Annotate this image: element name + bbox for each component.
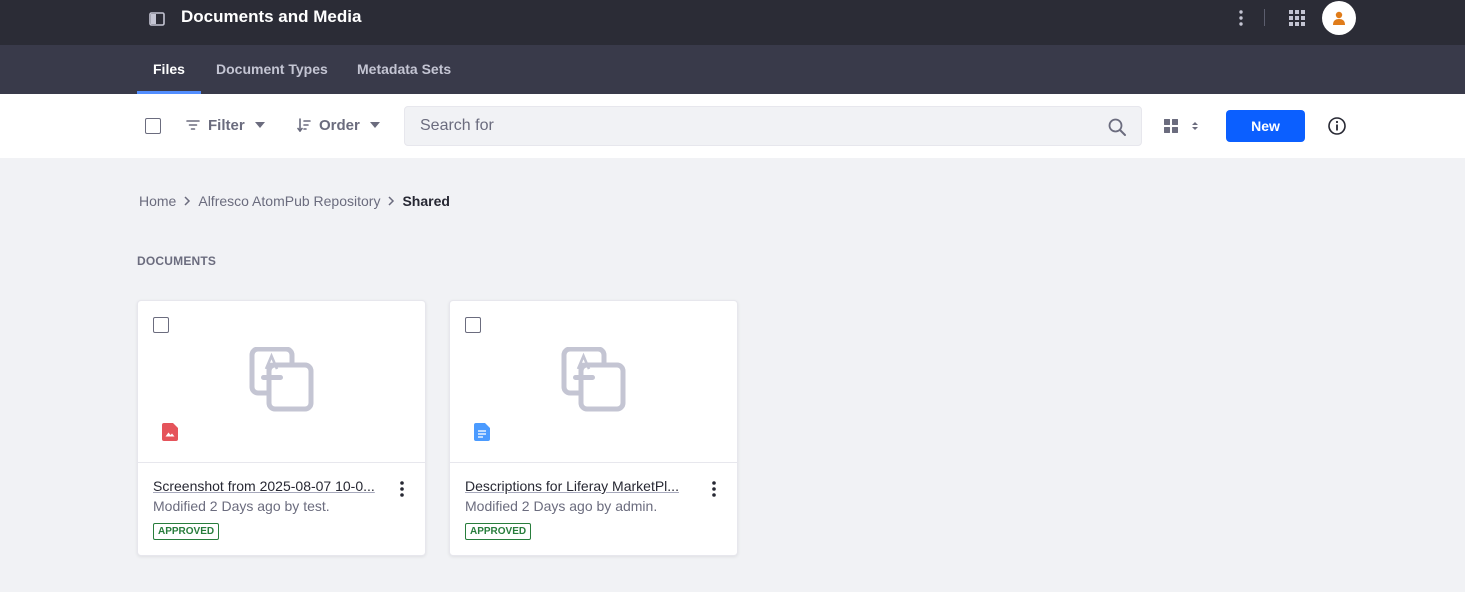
- select-all-checkbox[interactable]: [145, 118, 161, 134]
- card-subtitle: Modified 2 Days ago by admin.: [465, 498, 658, 514]
- image-file-icon: [162, 423, 178, 441]
- search-input[interactable]: [405, 107, 1095, 145]
- status-badge: APPROVED: [465, 523, 532, 540]
- filter-icon: [186, 120, 200, 130]
- info-icon[interactable]: [1327, 116, 1347, 136]
- document-card[interactable]: Descriptions for Liferay MarketPl... Mod…: [449, 300, 738, 556]
- cards-view-icon: [1164, 119, 1178, 133]
- search-bar: [404, 106, 1142, 146]
- card-actions-kebab-icon[interactable]: [392, 479, 412, 499]
- caret-double-icon: [1192, 122, 1198, 130]
- new-button[interactable]: New: [1226, 110, 1305, 142]
- card-title[interactable]: Descriptions for Liferay MarketPl...: [465, 478, 693, 494]
- toolbar-divider: [1264, 9, 1265, 26]
- sidebar-toggle-icon[interactable]: [148, 10, 166, 28]
- management-toolbar: Filter Order New: [0, 94, 1465, 158]
- caret-down-icon: [369, 122, 380, 128]
- caret-down-icon: [254, 122, 265, 128]
- breadcrumb-repository[interactable]: Alfresco AtomPub Repository: [198, 193, 380, 209]
- filter-label: Filter: [208, 116, 245, 134]
- card-checkbox[interactable]: [465, 317, 481, 333]
- section-title: DOCUMENTS: [137, 254, 217, 268]
- order-icon: [297, 118, 311, 132]
- search-icon[interactable]: [1107, 117, 1127, 137]
- order-button[interactable]: Order: [297, 112, 380, 138]
- document-card[interactable]: Screenshot from 2025-08-07 10-0... Modif…: [137, 300, 426, 556]
- chevron-right-icon: [383, 193, 399, 209]
- app-title: Documents and Media: [181, 7, 362, 26]
- card-preview[interactable]: [450, 301, 737, 463]
- tab-metadata-sets[interactable]: Metadata Sets: [341, 45, 467, 94]
- navigation-tabs: Files Document Types Metadata Sets: [0, 45, 1465, 94]
- text-document-icon: [474, 423, 490, 441]
- breadcrumb-current: Shared: [402, 193, 450, 209]
- options-kebab-icon[interactable]: [1231, 8, 1251, 28]
- order-label: Order: [319, 116, 360, 134]
- card-checkbox[interactable]: [153, 317, 169, 333]
- breadcrumb-home[interactable]: Home: [139, 193, 176, 209]
- status-badge: APPROVED: [153, 523, 220, 540]
- card-actions-kebab-icon[interactable]: [704, 479, 724, 499]
- apps-grid-icon[interactable]: [1287, 8, 1307, 28]
- display-style-button[interactable]: [1163, 116, 1203, 136]
- control-bar: Documents and Media: [0, 0, 1465, 45]
- filter-button[interactable]: Filter: [186, 112, 265, 138]
- tab-files[interactable]: Files: [137, 45, 201, 94]
- documents-placeholder-icon: [249, 347, 314, 412]
- documents-placeholder-icon: [561, 347, 626, 412]
- breadcrumb: Home Alfresco AtomPub Repository Shared: [139, 193, 450, 209]
- tab-document-types[interactable]: Document Types: [200, 45, 344, 94]
- user-avatar[interactable]: [1322, 1, 1356, 35]
- user-avatar-icon: [1333, 11, 1345, 25]
- card-preview[interactable]: [138, 301, 425, 463]
- card-title[interactable]: Screenshot from 2025-08-07 10-0...: [153, 478, 381, 494]
- chevron-right-icon: [179, 193, 195, 209]
- card-subtitle: Modified 2 Days ago by test.: [153, 498, 330, 514]
